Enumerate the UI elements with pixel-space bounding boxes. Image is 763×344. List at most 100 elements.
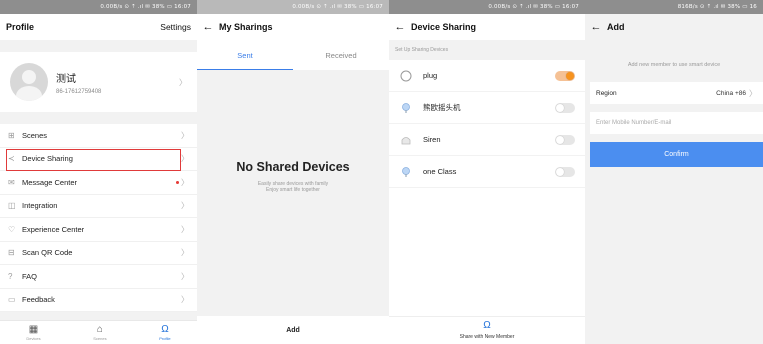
page-title: Add (607, 22, 625, 32)
share-toggle[interactable] (555, 102, 575, 113)
menu-item-label: Message Center (22, 177, 78, 187)
menu-item-label: FAQ (22, 271, 38, 281)
tab-label: Devices (26, 336, 41, 341)
empty-subtitle: Easily share devices with family Enjoy s… (197, 181, 389, 193)
chevron-right-icon: 〉 (181, 248, 189, 258)
menu-item-label: Scan QR Code (22, 248, 73, 258)
add-member-screen: 816B/s ⊙ ⇡ .ıl ✉ 38% ▭ 16 ← Add Add new … (585, 0, 763, 344)
bottom-tab-bar: ▦ Devices ⌂ Scenes Ω Profile (0, 320, 197, 344)
share-toggle[interactable] (555, 166, 575, 177)
avatar (10, 63, 48, 101)
menu-item-label: Experience Center (22, 224, 85, 234)
menu-item-label: Integration (22, 201, 58, 211)
device-name: one Class (423, 167, 457, 176)
device-name: 熊欧摇头机 (423, 103, 461, 112)
profile-header: Profile Settings (0, 14, 197, 40)
add-hint: Add new member to use smart device (627, 62, 721, 68)
home-icon: ⌂ (96, 324, 103, 335)
siren-icon (399, 133, 413, 147)
device-row[interactable]: plug (389, 60, 585, 92)
confirm-button[interactable]: Confirm (590, 142, 763, 167)
message-icon: ✉ (8, 177, 15, 187)
grid-icon: ▦ (28, 324, 39, 335)
scenes-icon: ⊞ (8, 130, 15, 140)
menu-item-label: Feedback (22, 295, 55, 305)
integration-icon: ◫ (8, 201, 16, 211)
share-icon: ≺ (8, 154, 15, 164)
menu-item-message-center[interactable]: ✉ Message Center 〉 (0, 171, 197, 195)
profile-phone: 86-17612759408 (56, 88, 102, 95)
chevron-right-icon: 〉 (181, 224, 189, 234)
chevron-right-icon: 〉 (179, 77, 187, 87)
profile-icon: Ω (161, 324, 169, 335)
settings-button[interactable]: Settings (160, 22, 191, 32)
region-label: Region (596, 89, 617, 97)
chevron-right-icon: 〉 (181, 130, 189, 140)
device-name: plug (423, 71, 438, 80)
unread-dot (176, 180, 179, 184)
status-bar: 816B/s ⊙ ⇡ .ıl ✉ 38% ▭ 16 (585, 0, 763, 14)
fan-icon (399, 165, 413, 179)
share-toggle[interactable] (555, 70, 575, 81)
profile-name: 测试 (56, 73, 76, 85)
sharing-tabs: Sent Received (197, 40, 389, 70)
menu-item-experience-center[interactable]: ♡ Experience Center 〉 (0, 218, 197, 242)
menu-item-scan-qr[interactable]: ⊟ Scan QR Code 〉 (0, 242, 197, 265)
empty-title: No Shared Devices (236, 160, 350, 174)
menu-item-label: Scenes (22, 130, 48, 140)
region-value: China +86 (716, 89, 746, 97)
feedback-icon: ▭ (8, 295, 16, 305)
share-with-new-member-button[interactable]: Ω Share with New Member (389, 316, 585, 344)
device-row[interactable]: 熊欧摇头机 (389, 92, 585, 124)
device-row[interactable]: Siren (389, 124, 585, 156)
scan-icon: ⊟ (8, 248, 15, 258)
status-bar: 0.00B/s ⊙ ⇡ .ıl ✉ 38% ▭ 16:07 (197, 0, 389, 14)
tab-label: Profile (159, 336, 171, 341)
back-arrow-icon[interactable]: ← (197, 21, 219, 33)
chevron-right-icon: 〉 (181, 271, 189, 281)
device-list: plug 熊欧摇头机 Siren one Class (389, 60, 585, 188)
heart-icon: ♡ (8, 224, 16, 234)
page-title: Profile (6, 22, 35, 32)
chevron-right-icon: 〉 (181, 177, 189, 187)
menu-item-device-sharing[interactable]: ≺ Device Sharing 〉 (0, 148, 197, 171)
tab-received[interactable]: Received (293, 40, 389, 70)
device-sharing-screen: 0.00B/s ⊙ ⇡ .ıl ✉ 38% ▭ 16:07 ← Device S… (389, 0, 585, 344)
chevron-right-icon: 〉 (181, 154, 189, 164)
menu-item-faq[interactable]: ? FAQ 〉 (0, 265, 197, 289)
page-title: My Sharings (219, 22, 273, 32)
share-toggle[interactable] (555, 134, 575, 145)
tab-profile[interactable]: Ω Profile (159, 324, 170, 341)
page-title: Device Sharing (411, 22, 477, 32)
profile-menu: ⊞ Scenes 〉 ≺ Device Sharing 〉 ✉ Message … (0, 124, 197, 312)
device-sharing-header: ← Device Sharing (389, 14, 585, 40)
status-bar: 0.00B/s ⊙ ⇡ .ıl ✉ 38% ▭ 16:07 (389, 0, 585, 14)
add-button[interactable]: Add (197, 316, 389, 344)
profile-screen: 0.00B/s ⊙ ⇡ .ıl ✉ 38% ▭ 16:07 Profile Se… (0, 0, 197, 344)
add-header: ← Add (585, 14, 763, 40)
tab-sent[interactable]: Sent (197, 40, 293, 70)
region-selector[interactable]: Region China +86 〉 (590, 82, 763, 104)
menu-item-label: Device Sharing (22, 154, 73, 164)
phone-email-input[interactable]: Enter Mobile Number/E-mail (590, 112, 763, 134)
my-sharings-header: ← My Sharings (197, 14, 389, 40)
my-sharings-screen: 0.00B/s ⊙ ⇡ .ıl ✉ 38% ▭ 16:07 ← My Shari… (197, 0, 389, 344)
tab-label: Scenes (93, 336, 107, 341)
empty-subtitle-line: Enjoy smart life together (266, 187, 320, 193)
back-arrow-icon[interactable]: ← (389, 21, 411, 33)
back-arrow-icon[interactable]: ← (585, 21, 607, 33)
fan-icon (399, 101, 413, 115)
tab-devices[interactable]: ▦ Devices (26, 324, 40, 341)
status-bar: 0.00B/s ⊙ ⇡ .ıl ✉ 38% ▭ 16:07 (0, 0, 197, 14)
add-member-icon: Ω (483, 320, 491, 331)
device-row[interactable]: one Class (389, 156, 585, 188)
chevron-right-icon: 〉 (181, 295, 189, 305)
tab-scenes[interactable]: ⌂ Scenes (93, 324, 106, 341)
menu-item-feedback[interactable]: ▭ Feedback 〉 (0, 289, 197, 312)
share-label: Share with New Member (459, 334, 515, 340)
menu-item-integration[interactable]: ◫ Integration 〉 (0, 195, 197, 218)
menu-item-scenes[interactable]: ⊞ Scenes 〉 (0, 124, 197, 148)
empty-state: No Shared Devices Easily share devices w… (197, 160, 389, 193)
device-name: Siren (423, 135, 441, 144)
profile-card[interactable]: 测试 86-17612759408 〉 (0, 52, 197, 112)
